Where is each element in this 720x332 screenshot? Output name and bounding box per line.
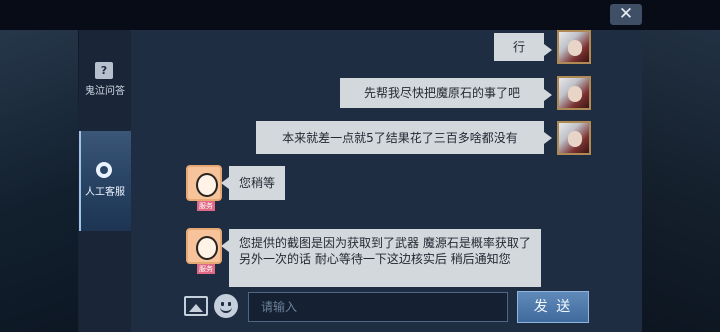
agent-badge: 服务	[197, 264, 215, 274]
question-icon: ?	[95, 62, 113, 79]
agent-badge: 服务	[197, 201, 215, 211]
chat-message: 您稍等	[221, 166, 285, 200]
chat-message: 行	[494, 33, 552, 61]
player-avatar	[557, 30, 591, 64]
emoji-mouth	[220, 307, 232, 313]
send-button[interactable]: 发 送	[517, 291, 589, 323]
agent-face-icon	[196, 236, 218, 260]
background-left	[0, 0, 78, 332]
player-avatar	[557, 121, 591, 155]
emoji-icon[interactable]	[214, 294, 238, 318]
agent-avatar: 服务	[186, 165, 222, 211]
chat-message: 您提供的截图是因为获取到了武器 魔源石是概率获取了 另外一次的话 耐心等待一下这…	[221, 229, 541, 287]
sidebar-item-label: 人工客服	[85, 187, 125, 198]
sidebar-item-faq[interactable]: ? 鬼泣问答	[79, 30, 131, 130]
sidebar-item-label: 鬼泣问答	[85, 86, 125, 97]
background-right	[640, 0, 720, 332]
headset-icon	[96, 162, 112, 178]
image-icon[interactable]	[184, 296, 208, 316]
player-avatar	[557, 76, 591, 110]
sidebar-item-human-service[interactable]: 人工客服	[79, 131, 131, 231]
chat-message: 先帮我尽快把魔原石的事了吧	[340, 78, 552, 108]
message-input[interactable]	[248, 292, 508, 322]
agent-face-icon	[196, 173, 218, 197]
close-button[interactable]: ✕	[610, 4, 642, 25]
agent-avatar: 服务	[186, 228, 222, 274]
chat-message: 本来就差一点就5了结果花了三百多啥都没有	[256, 121, 552, 154]
